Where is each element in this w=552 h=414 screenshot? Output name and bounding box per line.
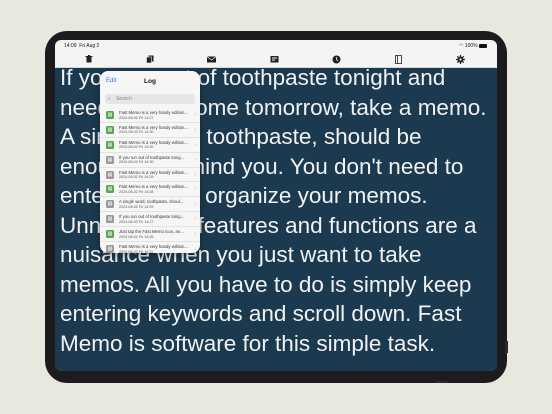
battery-icon [479,43,487,48]
list-item-text: If you run out of toothpaste tonig... [119,214,185,220]
list-item[interactable]: ▤ Fast Memo is a very handy edition... 202… [100,108,200,123]
list-item-text: If you run out of toothpaste tonig... [119,154,185,160]
list-item-date: 2024-08-02 Fri 14:30 [119,145,154,150]
chevron-right-icon: › [194,201,196,208]
popover-title: Log [144,78,156,85]
mail-icon[interactable] [205,54,217,64]
log-popover: Edit Log ⌕ Search ▤ Fast Memo is a very h… [100,71,200,253]
list-item-date: 2024-08-02 Fri 14:27 [119,115,154,120]
chevron-right-icon: › [194,216,196,223]
chevron-right-icon: › [194,171,196,178]
chevron-right-icon: › [194,112,196,118]
copy-icon[interactable] [144,54,156,64]
chevron-right-icon: › [194,231,196,238]
list-item-date: 2024-08-02 Fri 14:27 [119,219,154,224]
gear-icon[interactable] [454,54,466,64]
list-item[interactable]: ▤ Just tap the Fast Memo icon, an... 2024-… [100,227,200,243]
action-icon[interactable] [268,54,280,64]
toolbar [55,51,497,68]
list-item-date: 2024-08-02 Fri 14:30 [119,160,154,165]
search-icon: ⌕ [108,95,111,102]
search-placeholder: Search [116,96,132,102]
chevron-right-icon: › [194,186,196,193]
list-item[interactable]: ▤ A single word, toothpaste, shoul... 2024… [100,197,200,213]
list-item-date: 2024-08-02 Fri 14:22 [119,249,154,253]
list-item-date: 2024-08-02 Fri 14:30 [119,130,154,135]
memo-green-icon: ▤ [106,230,114,239]
clock-icon[interactable] [330,54,342,64]
list-item-date: 2024-08-02 Fri 14:26 [119,234,154,239]
list-item-text: A single word, toothpaste, shoul... [119,199,184,205]
memo-gray-icon: ▤ [106,200,114,209]
battery-label: 100% [464,43,478,49]
list-item-text: Fast Memo is a very handy edition... [119,184,189,190]
memo-green-icon: ▤ [106,185,114,194]
list-item-text: Fast Memo is a very handy edition... [119,169,189,175]
chevron-right-icon: › [194,126,196,133]
list-item-date: 2024-08-02 Fri 14:29 [119,204,154,209]
list-item-text: Fast Memo is a very handy edition... [119,124,189,130]
memo-gray-icon: ▤ [106,245,114,253]
status-time: 14:09 Fri Aug 2 [64,43,100,49]
search-input[interactable]: ⌕ Search [105,94,195,104]
list-item[interactable]: ▤ Fast Memo is a very handy edition... 202… [100,168,200,183]
memo-gray-icon: ▤ [106,170,114,179]
side-button [505,341,508,353]
list-item-text: Just tap the Fast Memo icon, an... [119,229,184,235]
list-item[interactable]: ▤ Fast Memo is a very handy edition... 202… [100,138,200,153]
list-item[interactable]: ▤ If you run out of toothpaste tonig... 20… [100,212,200,228]
memo-green-icon: ▤ [106,125,114,134]
list-item[interactable]: ▤ Fast Memo is a very handy edition... 202… [100,123,200,138]
list-item[interactable]: ▤ Fast Memo is a very handy edition... 202… [100,182,200,198]
list-item-date: 2024-08-02 Fri 14:29 [119,175,154,180]
list-item[interactable]: ▤ Fast Memo is a very handy edition... 202… [100,242,200,253]
list-item-text: Fast Memo is a very handy edition... [119,110,189,115]
trash-icon[interactable] [83,54,95,64]
wifi-icon: ◠ [459,43,464,49]
memo-gray-icon: ▤ [106,155,114,164]
status-bar: 14:09 Fri Aug 2 ◠ 100% [55,40,497,51]
chevron-right-icon: › [194,246,196,253]
status-right: ◠ 100% [459,43,487,49]
list-item-text: Fast Memo is a very handy edition... [119,139,189,145]
book-icon[interactable] [392,54,404,64]
list-item[interactable]: ▤ If you run out of toothpaste tonig... 20… [100,153,200,168]
list-item-date: 2024-08-02 Fri 14:28 [119,189,154,194]
memo-gray-icon: ▤ [106,215,114,224]
chevron-right-icon: › [194,141,196,148]
memo-green-icon: ▤ [106,140,114,149]
chevron-right-icon: › [194,156,196,163]
list-item-text: Fast Memo is a very handy edition... [119,244,189,250]
top-button [436,381,448,383]
memo-green-icon: ▤ [106,111,114,119]
log-list: ▤ Fast Memo is a very handy edition... 202… [100,108,200,253]
popover-header: Edit Log [100,71,200,91]
